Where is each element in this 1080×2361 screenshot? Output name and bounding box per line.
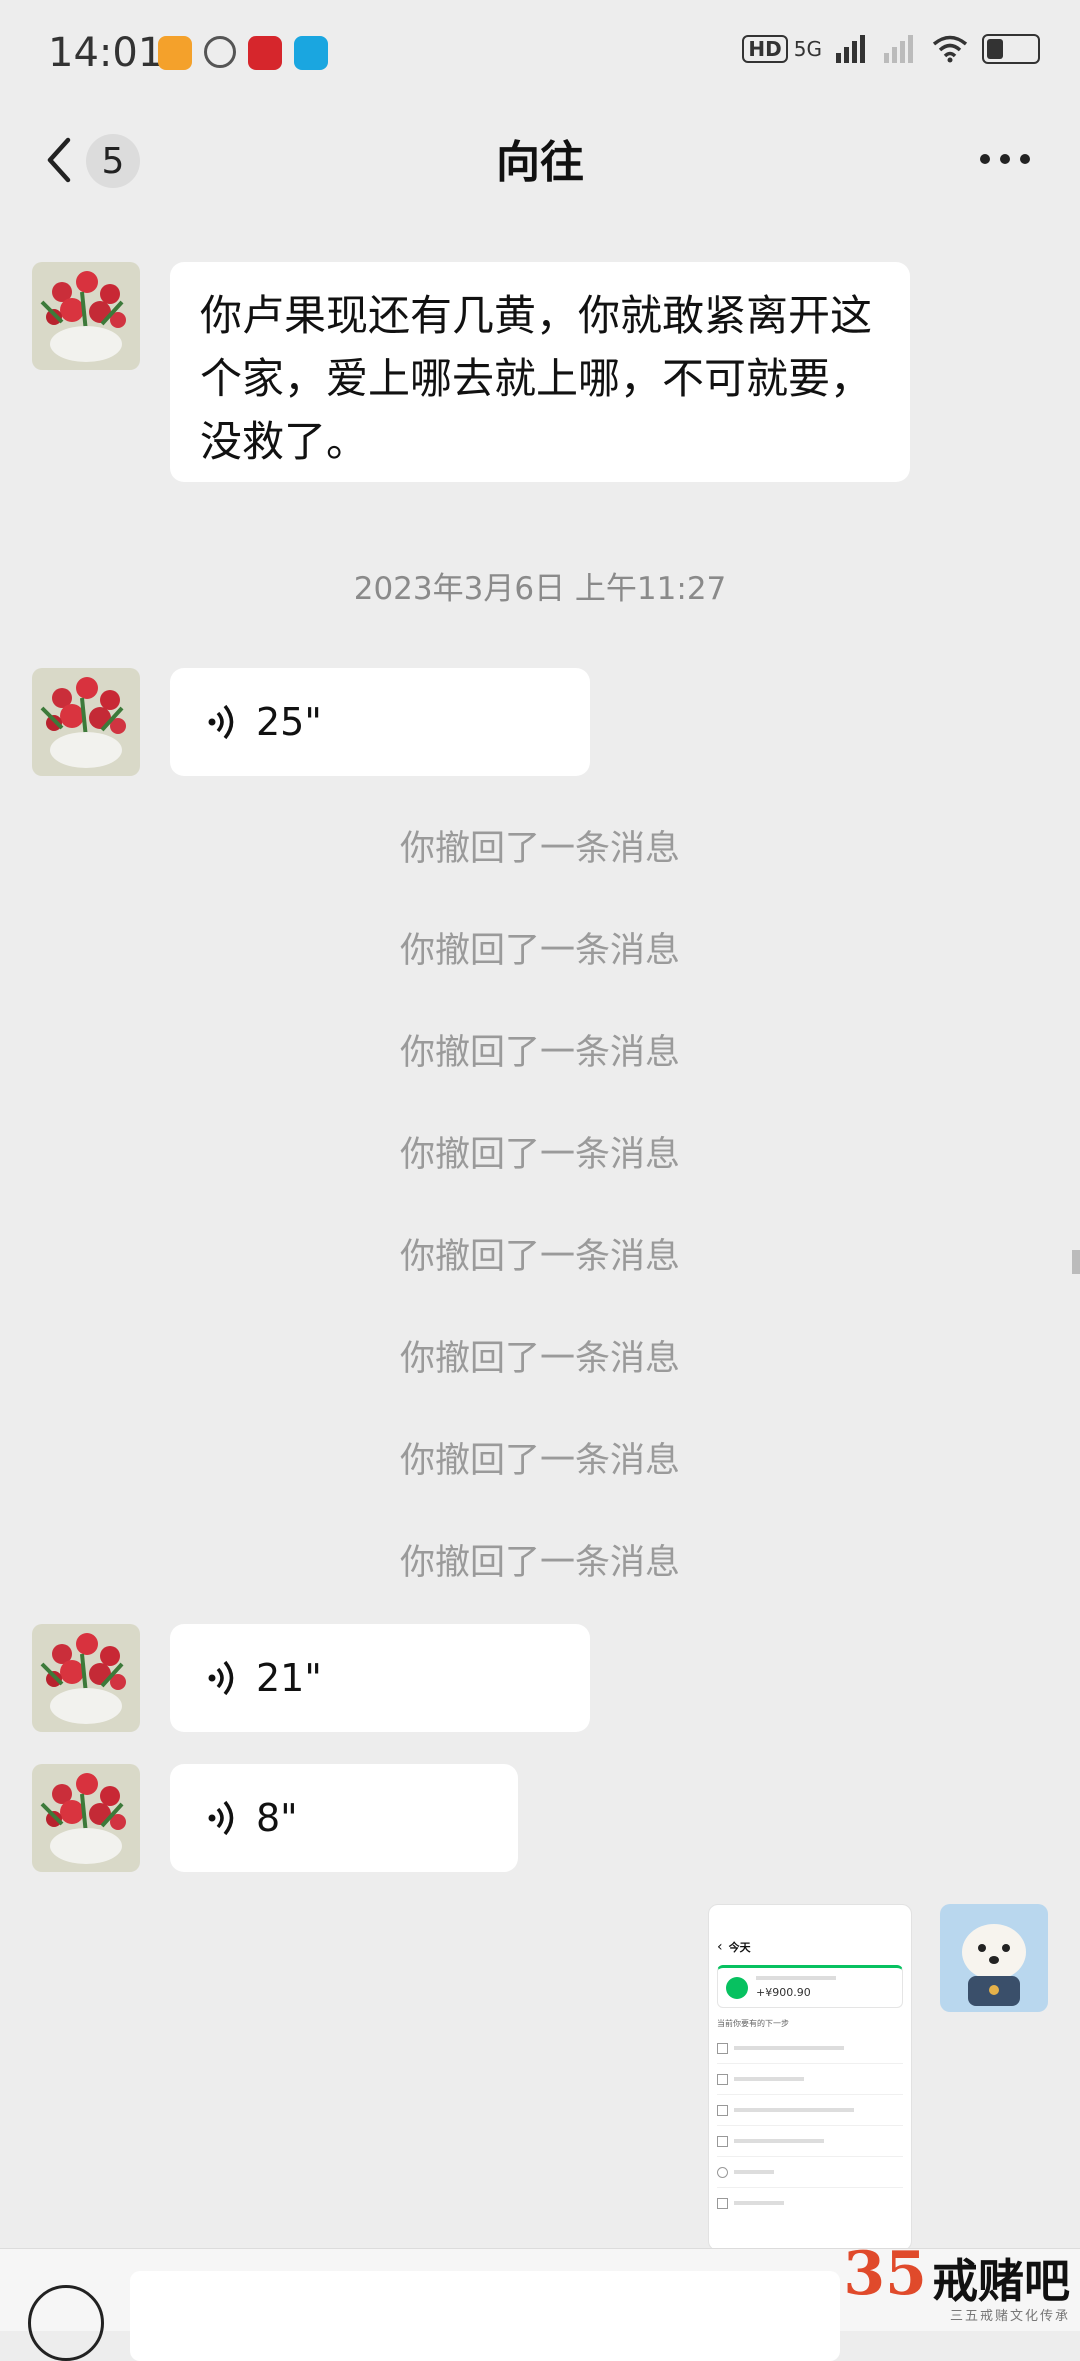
back-icon: ‹ [717, 1939, 723, 1955]
voice-input-icon[interactable] [28, 2285, 104, 2361]
status-time: 14:01 [48, 30, 164, 76]
recall-notice: 你撤回了一条消息 [399, 1543, 680, 1583]
message-timestamp: 2023年3月6日 上午11:27 [353, 571, 727, 607]
hd-indicator: HD [742, 35, 788, 63]
self-avatar[interactable] [940, 1904, 1048, 2012]
screenshot-card: +¥900.90 [717, 1965, 903, 2008]
screenshot-section: 当前你要有的下一步 [717, 2019, 789, 2028]
contact-avatar[interactable] [32, 262, 140, 370]
wifi-icon [932, 35, 968, 63]
screenshot-title: 今天 [728, 1941, 751, 1954]
payment-icon [726, 1976, 748, 1999]
voice-duration: 21" [256, 1656, 322, 1700]
status-indicators: HD 5G [742, 34, 1040, 64]
message-text: 你卢果现还有几黄，你就敢紧离开这个家，爱上哪去就上哪，不可就要，没救了。 [200, 291, 873, 466]
battery-icon [982, 34, 1040, 64]
watermark-title: 戒赌吧 [932, 2254, 1070, 2308]
signal-empty-icon [884, 35, 913, 63]
voice-message-bubble[interactable]: 8" [170, 1764, 518, 1872]
watermark: 35 戒赌吧 三五戒赌文化传承 [843, 2239, 1070, 2324]
contact-avatar[interactable] [32, 1764, 140, 1872]
recall-notice: 你撤回了一条消息 [399, 1441, 680, 1481]
recall-notice: 你撤回了一条消息 [399, 829, 680, 869]
message-input[interactable] [130, 2271, 840, 2361]
voice-duration: 8" [256, 1796, 298, 1840]
app-notification-icon [248, 36, 282, 70]
recall-notice: 你撤回了一条消息 [399, 1339, 680, 1379]
chat-notification-icon [204, 36, 236, 68]
voice-wave-icon [208, 1800, 234, 1836]
voice-wave-icon [208, 1660, 234, 1696]
voice-duration: 25" [256, 700, 322, 744]
voice-message-bubble[interactable]: 25" [170, 668, 590, 776]
network-type: 5G [793, 37, 822, 61]
voice-wave-icon [208, 704, 234, 740]
more-options-icon[interactable] [980, 144, 1040, 174]
screenshot-amount: +¥900.90 [756, 1986, 811, 1999]
scrollbar-thumb[interactable] [1072, 1250, 1080, 1274]
watermark-logo: 35 [843, 2239, 927, 2309]
chat-header: 5 向往 [0, 110, 1080, 210]
recall-notice: 你撤回了一条消息 [399, 931, 680, 971]
status-app-icons [158, 36, 328, 70]
received-text-bubble[interactable]: 你卢果现还有几黄，你就敢紧离开这个家，爱上哪去就上哪，不可就要，没救了。 [170, 262, 910, 482]
signal-icon [836, 35, 865, 63]
app-notification-icon [158, 36, 192, 70]
chat-title: 向往 [496, 137, 584, 188]
recall-notice: 你撤回了一条消息 [399, 1033, 680, 1073]
contact-avatar[interactable] [32, 1624, 140, 1732]
status-bar: 14:01 HD 5G [0, 0, 1080, 110]
voice-message-bubble[interactable]: 21" [170, 1624, 590, 1732]
recall-notice: 你撤回了一条消息 [399, 1237, 680, 1277]
recall-notice: 你撤回了一条消息 [399, 1135, 680, 1175]
sent-image-message[interactable]: ‹ 今天 +¥900.90 当前你要有的下一步 [708, 1904, 912, 2251]
app-notification-icon [294, 36, 328, 70]
contact-avatar[interactable] [32, 668, 140, 776]
